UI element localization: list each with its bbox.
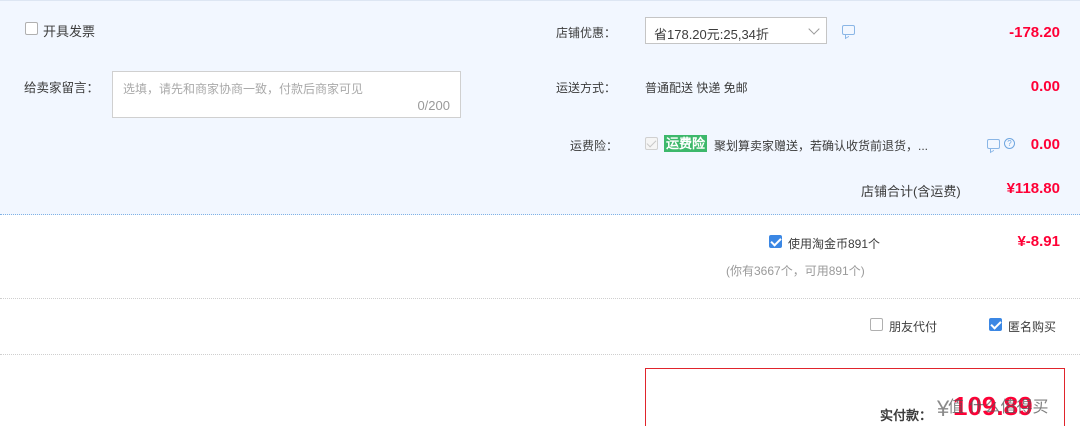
seller-message-counter: 0/200 — [417, 98, 450, 113]
watermark-logo: 值 什么值得买 — [948, 399, 1049, 416]
shop-total-label: 店铺合计(含运费) — [861, 184, 961, 199]
taobao-coins-amount: ¥-8.91 — [1017, 233, 1060, 250]
taobao-coins-checkbox[interactable] — [769, 235, 782, 248]
seller-message-placeholder: 选填，请先和商家协商一致，付款后商家可见 — [123, 82, 364, 96]
help-icon[interactable]: ? — [1004, 138, 1015, 149]
friend-pay-checkbox[interactable] — [870, 318, 883, 331]
shop-discount-selected: 省178.20元:25,34折 — [654, 27, 769, 42]
divider — [0, 354, 1080, 355]
shop-discount-amount: -178.20 — [1009, 24, 1060, 41]
invoice-checkbox[interactable] — [25, 22, 38, 35]
invoice-label: 开具发票 — [43, 24, 96, 39]
anonymous-purchase-checkbox[interactable] — [989, 318, 1002, 331]
taobao-coins-note: (你有3667个，可用891个) — [726, 264, 865, 278]
anonymous-purchase-label: 匿名购买 — [1008, 320, 1057, 334]
shipping-method-label: 运送方式： — [556, 81, 617, 95]
shipping-insurance-description: 聚划算卖家赠送，若确认收货前退货，... — [714, 139, 929, 153]
shipping-amount: 0.00 — [1030, 78, 1060, 95]
actual-payment-label: 实付款： — [880, 408, 933, 423]
message-icon[interactable] — [842, 25, 855, 35]
friend-pay-label: 朋友代付 — [889, 320, 938, 334]
shipping-insurance-amount: 0.00 — [1030, 136, 1060, 153]
shop-total-amount: ¥118.80 — [1006, 180, 1060, 197]
taobao-coins-label: 使用淘金币891个 — [788, 237, 881, 251]
shop-discount-label: 店铺优惠： — [556, 26, 617, 40]
shipping-insurance-badge: 运费险 — [664, 135, 708, 152]
seller-message-label: 给卖家留言： — [24, 81, 100, 95]
shop-discount-select[interactable]: 省178.20元:25,34折 — [645, 17, 827, 44]
divider — [0, 298, 1080, 299]
chevron-down-icon — [808, 23, 820, 35]
seller-message-input[interactable]: 选填，请先和商家协商一致，付款后商家可见 0/200 — [112, 71, 461, 118]
message-icon[interactable] — [987, 139, 1000, 149]
shipping-method-value: 普通配送 快递 免邮 — [645, 81, 748, 95]
shipping-insurance-label: 运费险： — [570, 139, 619, 153]
shipping-insurance-checkbox — [645, 137, 658, 150]
